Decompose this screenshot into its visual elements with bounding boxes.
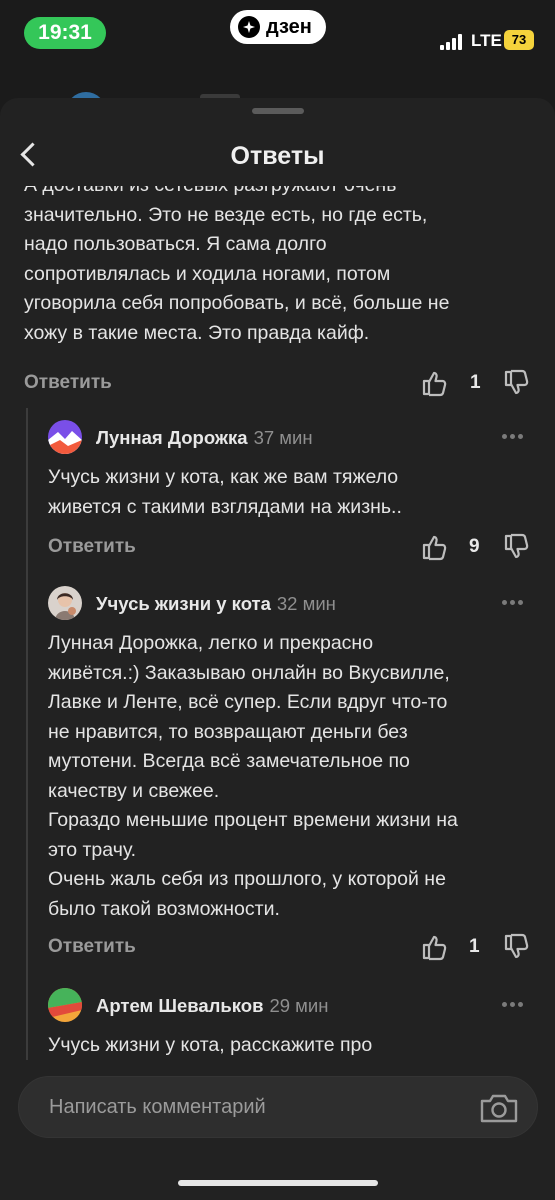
like-icon[interactable] [420, 932, 450, 962]
comment-composer: Написать комментарий [0, 1060, 555, 1200]
author-name[interactable]: Лунная Дорожка 37 мин [96, 427, 313, 449]
like-count: 1 [469, 936, 480, 957]
more-icon[interactable] [502, 592, 526, 612]
signal-icon [440, 34, 466, 50]
comment-time: 32 мин [276, 593, 336, 614]
camera-icon[interactable] [479, 1091, 519, 1125]
replies-list[interactable]: А доставки из сетевых разгружают очень з… [0, 186, 555, 1060]
thread-line [26, 408, 28, 1060]
reply-button[interactable]: Ответить [48, 936, 136, 958]
author-name[interactable]: Артем Шевальков 29 мин [96, 995, 328, 1017]
like-icon[interactable] [420, 368, 450, 398]
dislike-icon[interactable] [502, 932, 532, 962]
home-indicator[interactable] [178, 1180, 378, 1186]
sheet-header: Ответы [0, 120, 555, 186]
avatar[interactable] [48, 420, 82, 454]
sheet-title: Ответы [230, 142, 325, 170]
reply-button[interactable]: Ответить [48, 536, 136, 558]
status-bar: 19:31 дзен LTE 73 [0, 0, 555, 70]
sheet-grabber[interactable] [252, 108, 304, 114]
comment-actions: Ответить 9 [48, 532, 534, 566]
status-time: 19:31 [24, 17, 106, 49]
zen-app-badge[interactable]: дзен [230, 10, 326, 44]
comment-input-placeholder: Написать комментарий [49, 1096, 266, 1118]
avatar[interactable] [48, 586, 82, 620]
comment-text: Лунная Дорожка, легко и прекрасно живётс… [48, 632, 458, 920]
like-count: 9 [469, 536, 480, 557]
battery-icon: 73 [504, 30, 534, 50]
comment-input[interactable]: Написать комментарий [18, 1076, 538, 1138]
like-count: 1 [470, 372, 481, 393]
zen-app-label: дзен [266, 16, 312, 38]
more-icon[interactable] [502, 426, 526, 446]
parent-comment-actions: Ответить 1 [24, 368, 534, 402]
comment-time: 37 мин [253, 427, 313, 448]
parent-comment-text: А доставки из сетевых разгружают очень з… [24, 186, 450, 344]
avatar[interactable] [48, 988, 82, 1022]
reply-button[interactable]: Ответить [24, 372, 112, 394]
comment-text: Учусь жизни у кота, как же вам тяжело жи… [48, 466, 402, 518]
like-icon[interactable] [420, 532, 450, 562]
comment-text: Учусь жизни у кота, расскажите про [48, 1034, 373, 1056]
dislike-icon[interactable] [502, 532, 532, 562]
replies-sheet: Ответы А доставки из сетевых разгружают … [0, 98, 555, 1200]
network-label: LTE [471, 31, 502, 50]
more-icon[interactable] [502, 994, 526, 1014]
zen-logo-icon [238, 16, 260, 38]
author-name[interactable]: Учусь жизни у кота 32 мин [96, 593, 336, 615]
dislike-icon[interactable] [502, 368, 532, 398]
comment-actions: Ответить 1 [48, 932, 534, 966]
comment-time: 29 мин [269, 995, 329, 1016]
